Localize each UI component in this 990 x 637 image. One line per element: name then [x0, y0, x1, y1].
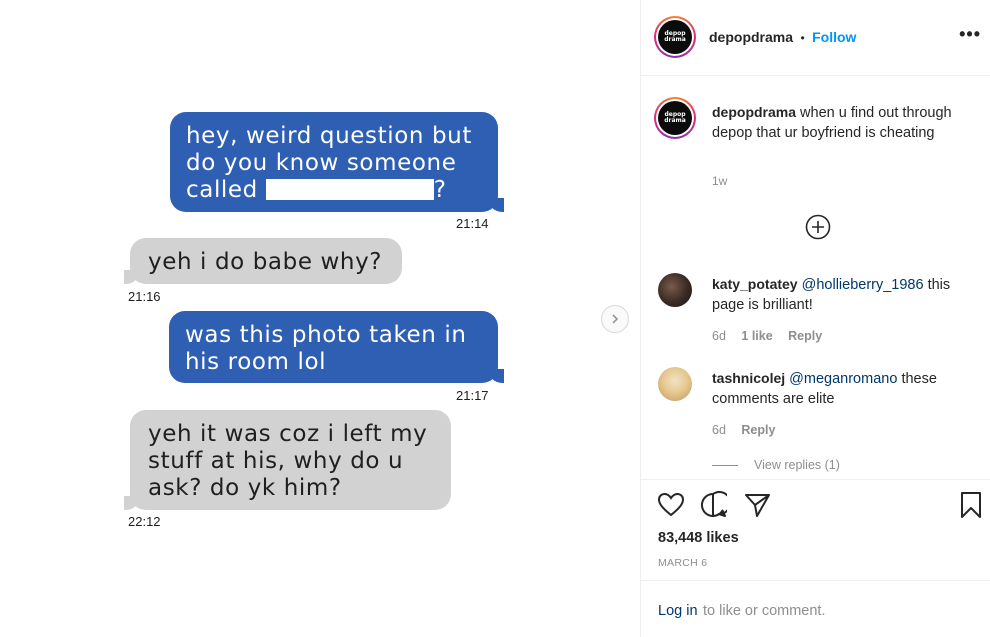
message-line: yeh i do babe why?: [148, 249, 383, 275]
message-bubble-outgoing: was this photo taken in his room lol: [169, 311, 504, 383]
caption: depopdrama when u find out through depop…: [712, 103, 962, 143]
load-more-comments-icon[interactable]: [805, 214, 831, 240]
more-options-icon[interactable]: •••: [959, 24, 981, 45]
comment-text: tashnicolej @meganromano these comments …: [712, 369, 977, 409]
message-line: was this photo taken in: [185, 322, 467, 348]
message-bubble-outgoing: hey, weird question but do you know some…: [170, 112, 504, 212]
comment-age[interactable]: 6d: [712, 423, 726, 437]
avatar-logo-text: drama: [664, 117, 686, 124]
message-line: ask? do yk him?: [148, 475, 342, 501]
heart-icon[interactable]: [657, 491, 685, 519]
comment-meta: 6d Reply: [712, 423, 787, 437]
comment-likes[interactable]: 1 like: [741, 329, 772, 343]
commenter-avatar[interactable]: [658, 273, 692, 307]
reply-button[interactable]: Reply: [788, 329, 822, 343]
caption-avatar[interactable]: depop drama: [654, 97, 696, 139]
post-sidebar: depop drama depopdrama • Follow ••• depo…: [640, 0, 990, 637]
avatar-logo: depop drama: [658, 20, 692, 54]
comment-text: katy_potatey @hollieberry_1986 this page…: [712, 275, 977, 315]
reply-button[interactable]: Reply: [741, 423, 775, 437]
divider: [712, 464, 738, 466]
message-line: hey, weird question but: [186, 123, 472, 149]
header-user-row: depopdrama • Follow: [709, 29, 856, 47]
header-username[interactable]: depopdrama: [709, 29, 793, 45]
comment-mention[interactable]: @meganromano: [789, 371, 897, 387]
redacted-name: [265, 179, 434, 200]
comment-icon[interactable]: [699, 491, 727, 519]
comment-age[interactable]: 6d: [712, 329, 726, 343]
follow-button[interactable]: Follow: [812, 29, 856, 45]
message-bubble-incoming: yeh i do babe why?: [124, 238, 402, 284]
message-line: his room lol: [185, 349, 327, 375]
chevron-right-icon: [612, 314, 619, 324]
view-replies-label: View replies (1): [754, 458, 840, 472]
comment-username[interactable]: tashnicolej: [712, 370, 785, 386]
post-header: depop drama depopdrama • Follow •••: [641, 0, 990, 76]
next-image-button[interactable]: [601, 305, 629, 333]
comments-section: depop drama depopdrama when u find out t…: [641, 77, 990, 479]
message-timestamp: 21:14: [456, 216, 489, 231]
caption-age[interactable]: 1w: [712, 174, 727, 188]
commenter-avatar[interactable]: [658, 367, 692, 401]
message-punct: ?: [433, 177, 447, 203]
avatar[interactable]: depop drama: [654, 16, 696, 58]
login-prompt-text: to like or comment.: [703, 603, 826, 619]
message-line: do you know someone: [186, 150, 457, 176]
caption-username[interactable]: depopdrama: [712, 104, 796, 120]
separator-dot: •: [800, 31, 805, 45]
likes-count[interactable]: 83,448 likes: [658, 530, 739, 546]
message-timestamp: 21:16: [128, 289, 161, 304]
message-line: stuff at his, why do u: [148, 448, 404, 474]
message-line: yeh it was coz i left my: [148, 421, 428, 447]
message-line: called ?: [186, 177, 482, 204]
avatar-border: depop drama: [656, 18, 694, 56]
post-date[interactable]: MARCH 6: [658, 557, 707, 569]
message-timestamp: 22:12: [128, 514, 161, 529]
login-link[interactable]: Log in: [658, 603, 698, 619]
comment-meta: 6d 1 like Reply: [712, 329, 834, 343]
message-bubble-incoming: yeh it was coz i left my stuff at his, w…: [124, 410, 451, 510]
comment-mention[interactable]: @hollieberry_1986: [802, 277, 924, 293]
message-word: called: [186, 177, 258, 203]
message-timestamp: 21:17: [456, 388, 489, 403]
view-replies-button[interactable]: View replies (1): [712, 458, 840, 472]
post-image: hey, weird question but do you know some…: [0, 0, 640, 637]
avatar-border: depop drama: [656, 99, 694, 137]
comment-username[interactable]: katy_potatey: [712, 276, 798, 292]
login-prompt: Log in to like or comment.: [641, 580, 990, 637]
avatar-logo: depop drama: [658, 101, 692, 135]
share-icon[interactable]: [743, 491, 771, 519]
bookmark-icon[interactable]: [957, 491, 985, 519]
post-actions: 83,448 likes MARCH 6: [641, 479, 990, 579]
avatar-logo-text: drama: [664, 36, 686, 43]
